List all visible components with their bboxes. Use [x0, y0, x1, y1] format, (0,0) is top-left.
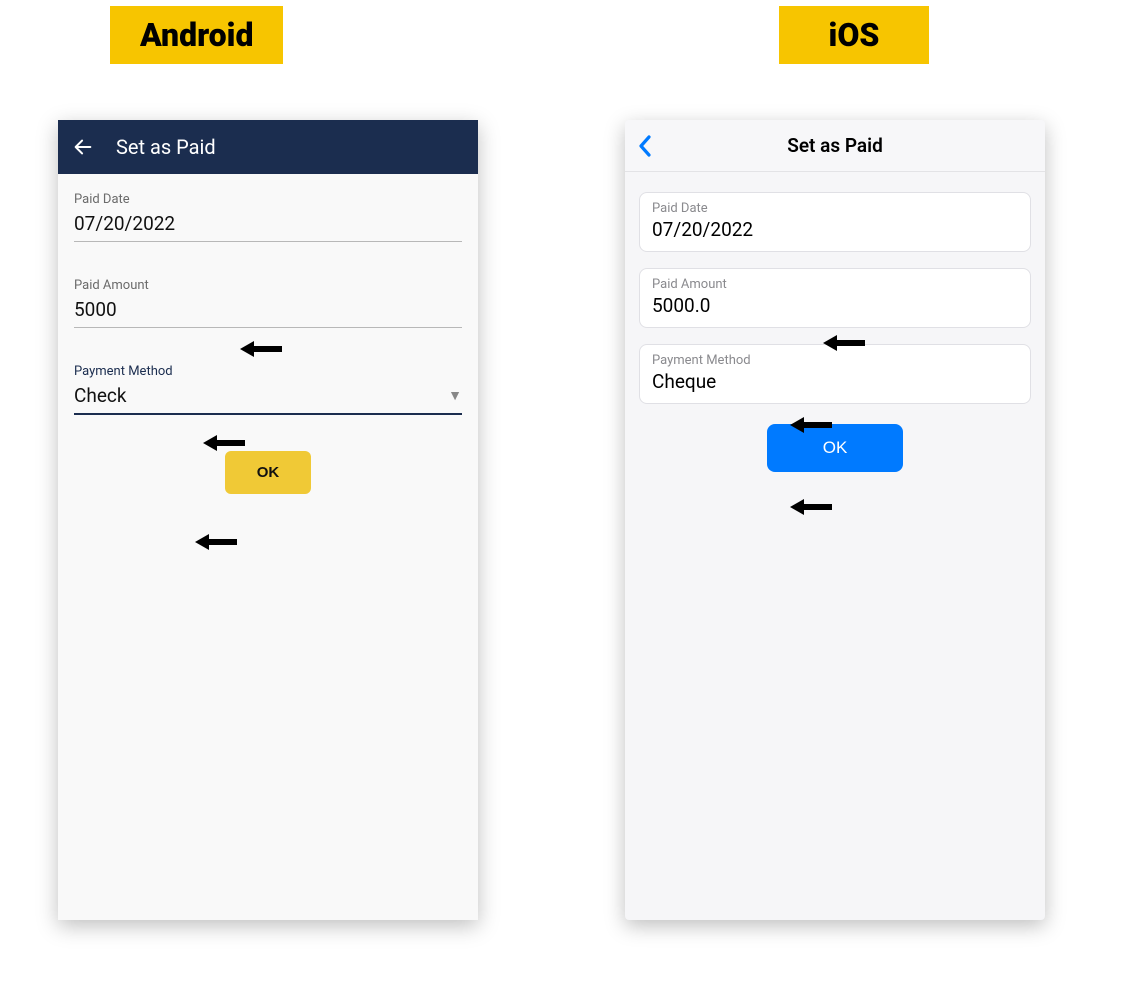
payment-method-label: Payment Method: [74, 364, 462, 379]
paid-date-label: Paid Date: [652, 201, 1018, 216]
paid-amount-label: Paid Amount: [652, 277, 1018, 292]
ok-button[interactable]: OK: [767, 424, 904, 472]
ios-label: iOS: [779, 6, 929, 64]
android-label: Android: [110, 6, 283, 64]
paid-amount-field[interactable]: Paid Amount 5000.0: [639, 268, 1031, 328]
ios-title: Set as Paid: [787, 134, 883, 157]
android-header: Set as Paid: [58, 120, 478, 174]
android-body: Paid Date 07/20/2022 Paid Amount 5000 Pa…: [58, 174, 478, 512]
paid-date-field[interactable]: Paid Date 07/20/2022: [74, 192, 462, 242]
paid-date-label: Paid Date: [74, 192, 462, 207]
payment-method-field[interactable]: Payment Method Cheque: [639, 344, 1031, 404]
back-arrow-icon[interactable]: [72, 136, 94, 158]
paid-amount-value: 5000.0: [652, 294, 1018, 317]
paid-amount-value: 5000: [74, 296, 462, 328]
paid-amount-label: Paid Amount: [74, 278, 462, 293]
ios-header: Set as Paid: [625, 120, 1045, 172]
android-screen: Set as Paid Paid Date 07/20/2022 Paid Am…: [58, 120, 478, 920]
paid-date-value: 07/20/2022: [652, 218, 1018, 241]
back-chevron-icon[interactable]: [637, 134, 653, 158]
ios-body: Paid Date 07/20/2022 Paid Amount 5000.0 …: [625, 172, 1045, 492]
paid-amount-field[interactable]: Paid Amount 5000: [74, 278, 462, 328]
payment-method-label: Payment Method: [652, 353, 1018, 368]
ios-screen: Set as Paid Paid Date 07/20/2022 Paid Am…: [625, 120, 1045, 920]
payment-method-field[interactable]: Payment Method Check ▼: [74, 364, 462, 415]
payment-method-value: Check ▼: [74, 382, 462, 415]
chevron-down-icon: ▼: [448, 387, 462, 404]
payment-method-value: Cheque: [652, 370, 1018, 393]
android-title: Set as Paid: [116, 135, 216, 159]
paid-date-field[interactable]: Paid Date 07/20/2022: [639, 192, 1031, 252]
paid-date-value: 07/20/2022: [74, 210, 462, 242]
ok-button[interactable]: OK: [225, 451, 312, 494]
